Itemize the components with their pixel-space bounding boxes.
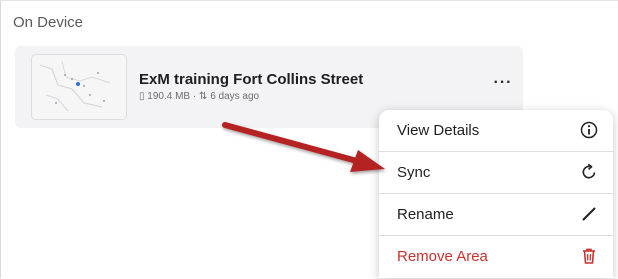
menu-item-label: Sync (397, 164, 430, 181)
sync-arrows-icon: ⇅ (199, 91, 207, 102)
menu-item-rename[interactable]: Rename (379, 194, 613, 236)
context-menu: View Details Sync Rename Remove Area (379, 110, 613, 278)
info-icon (579, 120, 599, 140)
meta-separator: · (193, 91, 196, 102)
map-area-title: ExM training Fort Collins Street (139, 71, 363, 88)
map-area-meta: ▯ 190.4 MB · ⇅ 6 days ago (139, 91, 259, 102)
menu-item-label: Rename (397, 206, 454, 223)
map-area-updated: 6 days ago (210, 91, 259, 102)
more-options-icon[interactable]: ··· (491, 78, 515, 94)
app-window: On Device ExM training Fort Collins Stre… (0, 0, 618, 278)
menu-item-sync[interactable]: Sync (379, 152, 613, 194)
menu-item-view-details[interactable]: View Details (379, 110, 613, 152)
section-header-on-device: On Device (13, 14, 83, 31)
storage-icon: ▯ (139, 91, 145, 102)
menu-item-label: Remove Area (397, 248, 488, 265)
sync-icon (579, 162, 599, 182)
map-area-size: 190.4 MB (147, 91, 190, 102)
trash-icon (579, 246, 599, 266)
map-thumbnail (31, 54, 127, 120)
pencil-icon (579, 204, 599, 224)
menu-item-label: View Details (397, 122, 479, 139)
menu-item-remove-area[interactable]: Remove Area (379, 236, 613, 278)
